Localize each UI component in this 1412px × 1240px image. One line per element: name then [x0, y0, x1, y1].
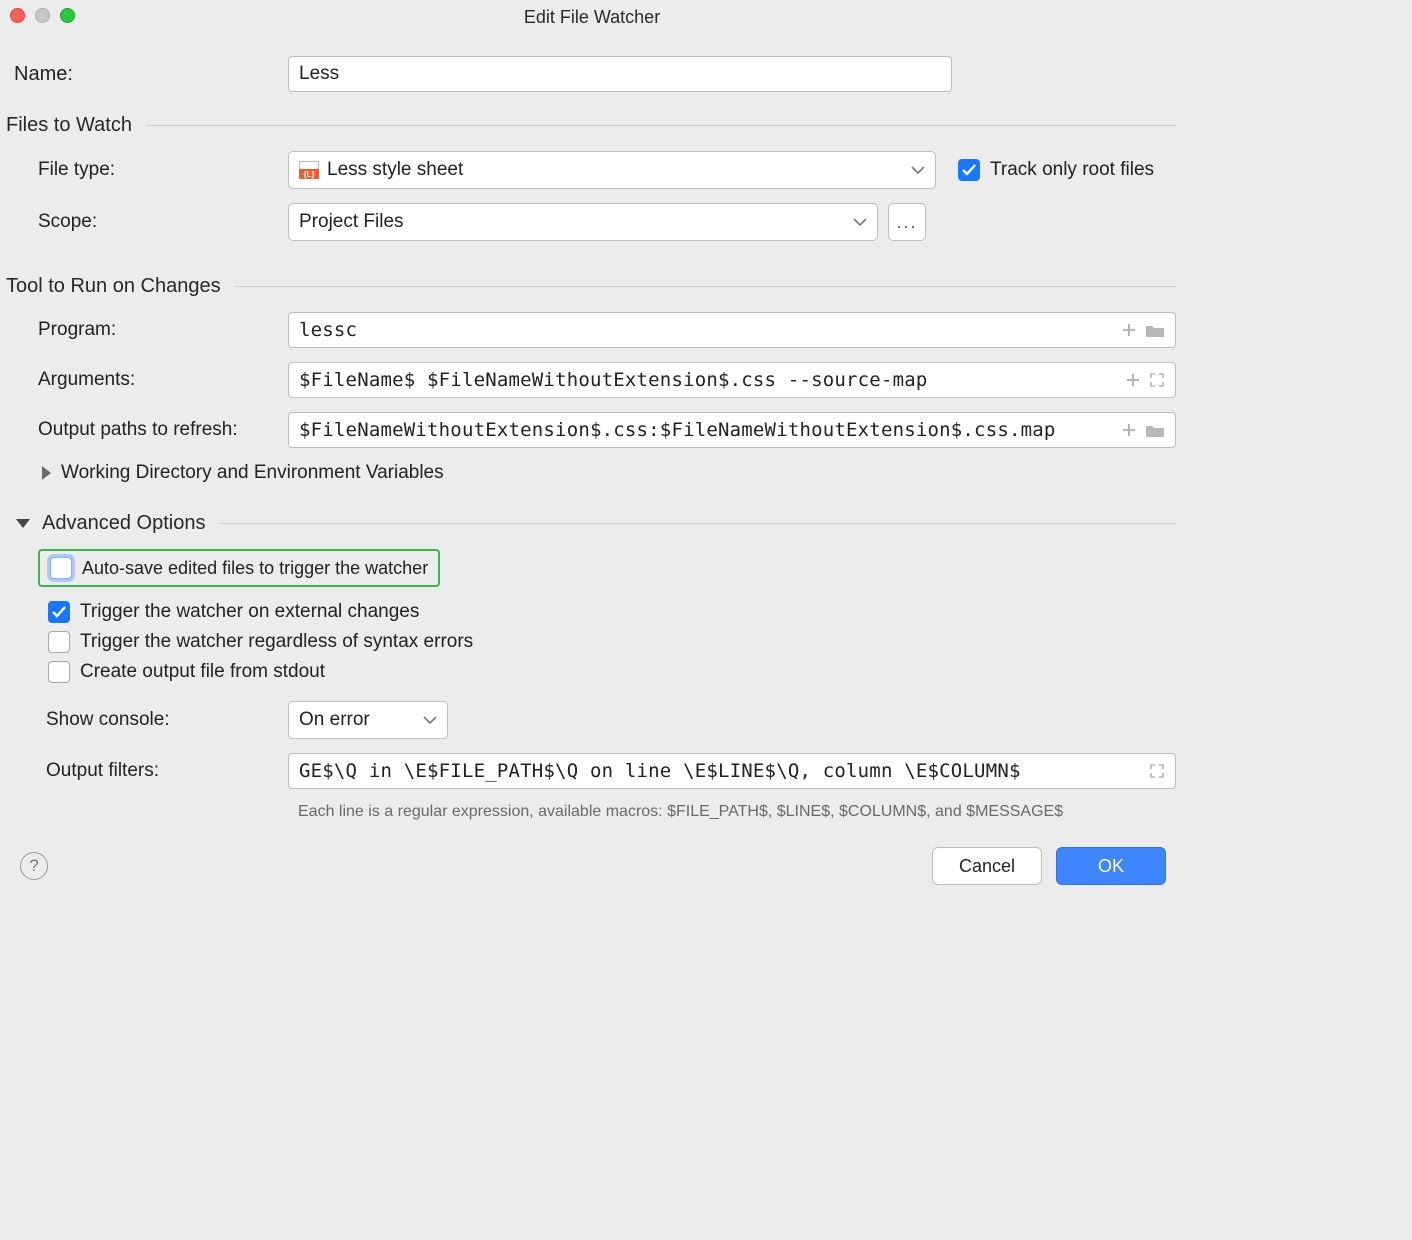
output-filters-help: Each line is a regular expression, avail… — [298, 803, 1176, 821]
trigger-regardless-row[interactable]: Trigger the watcher regardless of syntax… — [48, 631, 1176, 653]
track-only-root-row[interactable]: Track only root files — [958, 159, 1154, 181]
chevron-down-icon — [16, 519, 30, 528]
cancel-label: Cancel — [959, 856, 1015, 877]
section-divider — [219, 523, 1176, 524]
trigger-regardless-checkbox[interactable] — [48, 631, 70, 653]
expand-icon[interactable] — [1149, 763, 1165, 779]
arguments-input[interactable]: $FileName$ $FileNameWithoutExtension$.cs… — [288, 362, 1176, 398]
create-output-stdout-checkbox[interactable] — [48, 661, 70, 683]
ok-label: OK — [1098, 856, 1124, 877]
insert-macro-icon[interactable] — [1125, 372, 1141, 388]
trigger-external-row[interactable]: Trigger the watcher on external changes — [48, 601, 1176, 623]
name-input[interactable]: Less — [288, 56, 952, 92]
track-only-root-label: Track only root files — [990, 159, 1154, 181]
name-value: Less — [299, 63, 339, 85]
program-value: lessc — [299, 319, 1113, 341]
expand-icon[interactable] — [1149, 372, 1165, 388]
browse-folder-icon[interactable] — [1145, 323, 1165, 338]
output-paths-value: $FileNameWithoutExtension$.css:$FileName… — [299, 419, 1113, 441]
chevron-down-icon — [423, 715, 437, 725]
output-paths-label: Output paths to refresh: — [8, 419, 288, 441]
section-label: Tool to Run on Changes — [6, 275, 221, 298]
cancel-button[interactable]: Cancel — [932, 847, 1042, 885]
show-console-combobox[interactable]: On error — [288, 701, 448, 739]
file-type-value: Less style sheet — [327, 159, 463, 181]
section-divider — [235, 286, 1176, 287]
titlebar: Edit File Watcher — [0, 0, 1184, 34]
scope-label: Scope: — [8, 211, 288, 233]
scope-combobox[interactable]: Project Files — [288, 203, 878, 241]
section-advanced[interactable]: Advanced Options — [16, 512, 1176, 535]
create-output-stdout-label: Create output file from stdout — [80, 661, 325, 683]
minimize-icon — [35, 8, 50, 23]
section-files-to-watch: Files to Watch — [6, 114, 1176, 137]
arguments-value: $FileName$ $FileNameWithoutExtension$.cs… — [299, 369, 1117, 391]
program-input[interactable]: lessc — [288, 312, 1176, 348]
chevron-down-icon — [911, 165, 925, 175]
section-tool-to-run: Tool to Run on Changes — [6, 275, 1176, 298]
close-icon[interactable] — [10, 8, 25, 23]
browse-folder-icon[interactable] — [1145, 423, 1165, 438]
name-label: Name: — [8, 63, 288, 86]
output-filters-value: GE$\Q in \E$FILE_PATH$\Q on line \E$LINE… — [299, 760, 1141, 782]
show-console-value: On error — [299, 709, 370, 731]
output-paths-input[interactable]: $FileNameWithoutExtension$.css:$FileName… — [288, 412, 1176, 448]
trigger-external-checkbox[interactable] — [48, 601, 70, 623]
window-controls — [10, 8, 75, 23]
less-file-icon: {L} — [299, 161, 319, 179]
output-filters-input[interactable]: GE$\Q in \E$FILE_PATH$\Q on line \E$LINE… — [288, 753, 1176, 789]
section-label: Advanced Options — [42, 512, 205, 535]
program-label: Program: — [8, 319, 288, 341]
show-console-label: Show console: — [8, 709, 288, 731]
scope-more-button[interactable]: ... — [888, 203, 926, 241]
zoom-icon[interactable] — [60, 8, 75, 23]
dialog-window: Edit File Watcher Name: Less Files to Wa… — [0, 0, 1184, 913]
trigger-external-label: Trigger the watcher on external changes — [80, 601, 419, 623]
insert-macro-icon[interactable] — [1121, 422, 1137, 438]
ellipsis-icon: ... — [896, 212, 917, 233]
section-divider — [146, 125, 1176, 126]
help-button[interactable]: ? — [20, 852, 48, 880]
track-only-root-checkbox[interactable] — [958, 159, 980, 181]
file-type-label: File type: — [8, 159, 288, 181]
trigger-regardless-label: Trigger the watcher regardless of syntax… — [80, 631, 473, 653]
output-filters-label: Output filters: — [8, 760, 288, 782]
working-dir-label: Working Directory and Environment Variab… — [61, 462, 444, 484]
file-type-combobox[interactable]: {L} Less style sheet — [288, 151, 936, 189]
dialog-title: Edit File Watcher — [524, 7, 660, 28]
auto-save-checkbox[interactable] — [50, 557, 72, 579]
insert-macro-icon[interactable] — [1121, 322, 1137, 338]
section-label: Files to Watch — [6, 114, 132, 137]
ok-button[interactable]: OK — [1056, 847, 1166, 885]
help-icon: ? — [29, 856, 38, 876]
auto-save-highlight: Auto-save edited files to trigger the wa… — [38, 549, 440, 587]
chevron-right-icon — [42, 466, 51, 480]
chevron-down-icon — [853, 217, 867, 227]
arguments-label: Arguments: — [8, 369, 288, 391]
auto-save-label: Auto-save edited files to trigger the wa… — [82, 558, 428, 579]
working-dir-expander[interactable]: Working Directory and Environment Variab… — [42, 462, 444, 484]
scope-value: Project Files — [299, 211, 404, 233]
create-output-stdout-row[interactable]: Create output file from stdout — [48, 661, 1176, 683]
